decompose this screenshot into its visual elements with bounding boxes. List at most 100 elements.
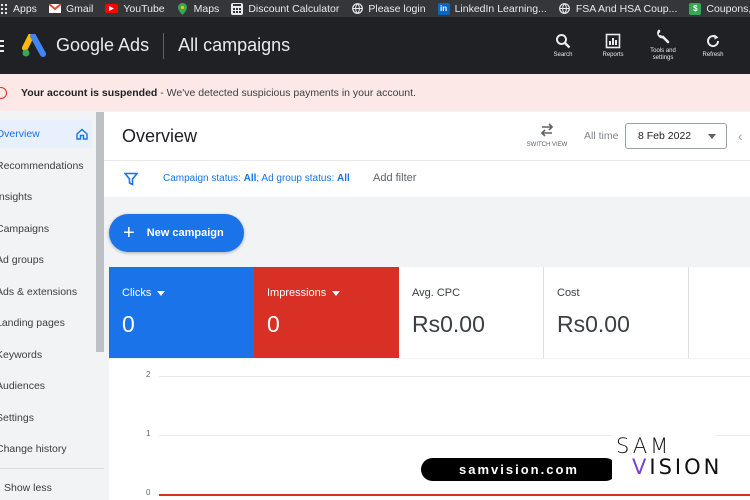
sidebar-divider — [0, 468, 104, 469]
switch-view-label: SWITCH VIEW — [526, 142, 568, 148]
wrench-icon — [657, 29, 670, 44]
youtube-icon — [105, 4, 119, 13]
metric-label: Clicks — [122, 287, 166, 299]
sidebar-item-change-history[interactable]: Change history — [0, 435, 92, 463]
sidebar-item-label: Insights — [0, 191, 33, 203]
plus-icon: + — [123, 222, 135, 244]
sidebar-item-label: Overview — [0, 128, 40, 140]
bookmark-label: Please login — [368, 2, 426, 15]
metric-card-cost[interactable]: Cost Rs0.00 — [544, 267, 689, 358]
bookmark-discount-calculator[interactable]: Discount Calculator — [231, 2, 340, 15]
campaign-status-label: Campaign status: — [163, 173, 244, 184]
sidebar-item-label: Audiences — [0, 380, 46, 392]
date-picker[interactable]: 8 Feb 2022 — [625, 123, 727, 149]
date-range-label: All time — [584, 130, 619, 142]
calculator-icon — [231, 2, 244, 15]
gmail-icon — [48, 3, 61, 15]
sidebar-item-recommendations[interactable]: Recommendations — [0, 152, 92, 180]
bookmark-coupons[interactable]: $ Coupons, Coupon... — [689, 2, 750, 15]
search-icon — [556, 33, 571, 48]
new-campaign-label: New campaign — [146, 227, 224, 239]
chevron-left-icon[interactable]: ‹ — [738, 128, 743, 144]
reports-button[interactable]: Reports — [588, 17, 638, 74]
apps-grid-icon — [0, 3, 8, 15]
filter-icon[interactable] — [124, 172, 138, 186]
header-tools: Search Reports Tools and settings Refres… — [538, 17, 738, 74]
swap-icon — [540, 123, 554, 137]
bookmark-label: Gmail — [65, 2, 94, 15]
sidebar-scrollbar[interactable] — [96, 112, 104, 352]
y-tick: 0 — [146, 488, 151, 497]
metric-value: Rs0.00 — [557, 311, 630, 337]
metric-value: 0 — [122, 311, 135, 337]
overview-bar: Overview SWITCH VIEW All time 8 Feb 2022… — [104, 112, 750, 160]
metric-value: 0 — [267, 311, 280, 337]
watermark-logo-rest: ISION — [649, 455, 723, 479]
sidebar-item-ad-groups[interactable]: Ad groups — [0, 246, 92, 274]
bookmark-label: Apps — [13, 2, 37, 15]
bookmark-fsa-hsa[interactable]: FSA And HSA Coup... — [559, 2, 678, 15]
bookmark-label: Discount Calculator — [248, 2, 340, 15]
y-tick: 1 — [146, 429, 151, 438]
ad-group-status-value: All — [337, 173, 350, 184]
chevron-down-icon — [708, 134, 716, 139]
sidebar-item-keywords[interactable]: Keywords — [0, 341, 92, 369]
watermark-url: samvision.com — [421, 458, 617, 481]
watermark-logo-bottom: VISION — [632, 455, 722, 479]
bookmark-label: FSA And HSA Coup... — [575, 2, 678, 15]
metric-card-add[interactable] — [689, 267, 750, 358]
switch-view-button[interactable]: SWITCH VIEW — [519, 122, 575, 148]
tools-settings-button[interactable]: Tools and settings — [638, 17, 688, 74]
tools-settings-label: Tools and settings — [650, 48, 676, 61]
warning-icon — [0, 86, 7, 99]
google-ads-logo-icon[interactable] — [22, 32, 48, 58]
bookmark-label: YouTube — [123, 2, 165, 15]
bookmark-apps[interactable]: Apps — [0, 3, 37, 15]
refresh-label: Refresh — [702, 51, 724, 58]
sidebar-item-landing-pages[interactable]: Landing pages — [0, 309, 92, 337]
filter-bar: Campaign status: All; Ad group status: A… — [104, 160, 750, 197]
ad-group-status-label: ; Ad group status: — [256, 173, 337, 184]
page-title[interactable]: All campaigns — [178, 35, 290, 56]
sidebar-item-ads-extensions[interactable]: Ads & extensions — [0, 278, 92, 306]
bookmark-label: LinkedIn Learning... — [454, 2, 547, 15]
show-less-button[interactable]: Show less — [4, 482, 52, 494]
alert-text: Your account is suspended - We've detect… — [21, 87, 416, 99]
metric-cards: Clicks 0 Impressions 0 Avg. CPC Rs0.00 C… — [109, 267, 750, 358]
clicks-label: Clicks — [122, 287, 152, 299]
date-value: 8 Feb 2022 — [638, 130, 692, 142]
bookmark-please-login[interactable]: Please login — [351, 2, 426, 15]
series-line-impressions — [159, 494, 750, 496]
sidebar-item-label: Settings — [0, 412, 34, 424]
sidebar-item-label: Ads & extensions — [0, 286, 78, 298]
metric-card-clicks[interactable]: Clicks 0 — [109, 267, 254, 358]
sidebar-item-label: Recommendations — [0, 160, 84, 172]
menu-icon[interactable] — [0, 39, 10, 52]
metric-label: Avg. CPC — [412, 287, 461, 299]
bookmark-gmail[interactable]: Gmail — [48, 2, 94, 15]
watermark-logo-v: V — [632, 455, 650, 479]
search-button[interactable]: Search — [538, 17, 588, 74]
globe-icon — [559, 3, 571, 15]
metric-card-avg-cpc[interactable]: Avg. CPC Rs0.00 — [399, 267, 544, 358]
bookmark-youtube[interactable]: YouTube — [105, 2, 165, 15]
sidebar-item-settings[interactable]: Settings — [0, 404, 92, 432]
dropdown-arrow-icon — [157, 290, 166, 296]
refresh-button[interactable]: Refresh — [688, 17, 738, 74]
active-filters[interactable]: Campaign status: All; Ad group status: A… — [163, 173, 350, 184]
sidebar-item-audiences[interactable]: Audiences — [0, 372, 92, 400]
add-filter-button[interactable]: Add filter — [373, 172, 416, 184]
bookmarks-bar: Apps Gmail YouTube Maps Discount Calcula… — [0, 0, 750, 17]
sidebar-item-campaigns[interactable]: Campaigns — [0, 215, 92, 243]
new-campaign-button[interactable]: + New campaign — [109, 214, 244, 252]
header-divider — [163, 32, 165, 59]
sidebar-item-insights[interactable]: Insights — [0, 183, 92, 211]
bookmark-maps[interactable]: Maps — [177, 2, 219, 15]
metric-card-impressions[interactable]: Impressions 0 — [254, 267, 399, 358]
refresh-icon — [707, 34, 720, 47]
bookmark-linkedin-learning[interactable]: in LinkedIn Learning... — [437, 2, 547, 15]
sidebar-item-overview[interactable]: Overview — [0, 120, 92, 148]
campaign-status-value: All — [243, 173, 257, 184]
metric-value: Rs0.00 — [412, 311, 485, 337]
reports-icon — [605, 33, 621, 48]
